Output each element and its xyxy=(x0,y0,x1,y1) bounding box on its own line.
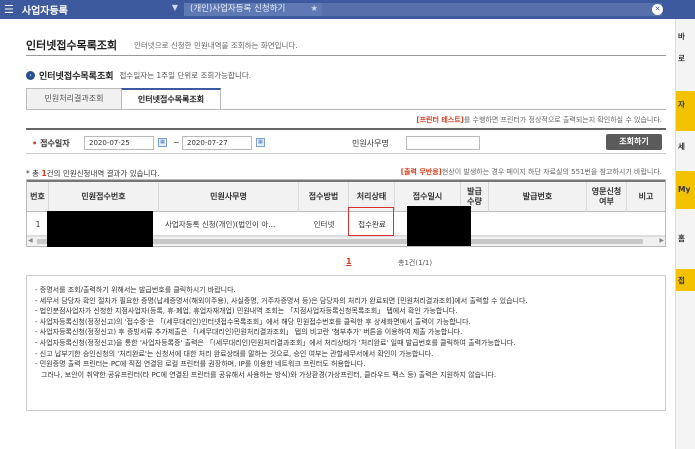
row-office-name: 사업자등록 신청(개인)(법인이 아... xyxy=(165,219,276,229)
title-divider xyxy=(26,55,666,56)
main-menu-button[interactable]: ☰ 사업자등록 ▼ xyxy=(4,2,180,17)
info-line: - 사업자등록신청(정정신고)의 '접수증'은 「(세무대리인)인터넷접수목록조… xyxy=(35,317,471,326)
breadcrumb[interactable]: (개인)사업자등록 신청하기 ★ xyxy=(184,3,322,16)
info-line: - 증명서를 조회/출력하기 위해서는 발급번호를 클릭하시기 바랍니다. xyxy=(35,286,236,294)
top-nav-bar: ☰ 사업자등록 ▼ (개인)사업자등록 신청하기 ★ ✕ xyxy=(0,0,695,19)
redaction-block xyxy=(47,211,153,247)
scroll-left-icon[interactable]: ◀ xyxy=(28,237,33,244)
section-description: 접수일자는 1주일 단위로 조회가능합니다. xyxy=(119,71,252,80)
sidebar-highlight-block xyxy=(676,91,695,131)
menu-label: 사업자등록 xyxy=(21,6,68,17)
printer-test-notice: [프린터 테스트]를 수행하면 프린터가 정상적으로 출력되는지 확인하실 수 … xyxy=(286,115,662,125)
col-method: 접수방법 xyxy=(299,182,349,212)
query-button[interactable]: 조회하기 xyxy=(606,134,662,150)
tab-divider xyxy=(26,109,666,110)
info-line: - 법인분점사업자가 신청한 지점사업자(등록, 휴·폐업, 휴업자재개업) 민… xyxy=(35,307,458,316)
col-no: 번호 xyxy=(27,182,49,212)
col-issue-no: 발급번호 xyxy=(489,182,587,212)
sidebar-item-home[interactable]: 홈 xyxy=(678,233,685,244)
sidebar-item-self[interactable]: 자 xyxy=(678,99,685,110)
sidebar-item-shortcut[interactable]: 바 xyxy=(678,31,685,42)
printer-test-text: 를 수행하면 프린터가 정상적으로 출력되는지 확인하실 수 있습니다. xyxy=(463,116,662,124)
status-highlight-box xyxy=(348,207,394,236)
sidebar-item-connect[interactable]: 접 xyxy=(678,275,685,286)
info-line: 그러나, 보안이 취약한 공유프린터(타 PC에 연결된 프린터를 공유해서 사… xyxy=(41,370,497,379)
search-panel: • 접수일자 2020-07-25 ▦ ~ 2020-07-27 ▦ 민원사무명 … xyxy=(26,128,666,154)
tab-civil-result[interactable]: 민원처리결과조회 xyxy=(26,88,122,110)
sidebar-item-login[interactable]: 로 xyxy=(678,53,685,64)
office-name-input[interactable] xyxy=(406,136,480,150)
col-receipt-no: 민원접수번호 xyxy=(49,182,159,212)
scroll-right-icon[interactable]: ▶ xyxy=(659,237,664,244)
info-line: - 사업자등록신청(정정신고) 후 증빙서류 추가제출은 「(세무대리인)민원처… xyxy=(35,328,463,337)
section-header: › 인터넷접수목록조회 접수일자는 1주일 단위로 조회가능합니다. xyxy=(26,69,251,82)
date-range-separator: ~ xyxy=(173,138,180,147)
row-issue-no[interactable] xyxy=(489,212,587,236)
result-count-line: * 총 1건의 민원신청내역 결과가 있습니다. xyxy=(26,169,160,178)
date-to-input[interactable]: 2020-07-27 xyxy=(182,136,252,150)
sidebar-item-tax[interactable]: 세 xyxy=(678,141,685,152)
redaction-block xyxy=(407,206,471,246)
col-note: 비고 xyxy=(638,192,654,201)
info-line: - 신고 납부기한 승인신청의 '처리완료'는 신청서에 대한 처리 완료상태를… xyxy=(35,349,434,358)
close-icon[interactable]: ✕ xyxy=(652,4,663,15)
row-english xyxy=(587,212,627,236)
right-quick-sidebar: 바 로 자 세 My 홈 접 xyxy=(675,19,695,449)
info-line: - 사업자등록신청(정정신고)을 통한 '사업자등록증' 출력은 「(세무대리인… xyxy=(35,338,516,347)
hamburger-icon: ☰ xyxy=(4,3,14,16)
section-title: 인터넷접수목록조회 xyxy=(39,72,114,82)
print-issue-highlight: [출력 무반응] xyxy=(400,168,442,176)
printer-test-link[interactable]: [프린터 테스트] xyxy=(416,116,463,124)
calendar-icon[interactable]: ▦ xyxy=(158,138,167,147)
row-method: 인터넷 xyxy=(313,219,335,229)
date-label: • 접수일자 xyxy=(32,139,70,148)
breadcrumb-bar xyxy=(322,3,662,16)
date-from-input[interactable]: 2020-07-25 xyxy=(84,136,154,150)
chevron-right-icon: › xyxy=(26,71,35,80)
info-line: - 민원증명 출력 프린터는 PC에 직접 연결된 로컬 프린터를 권장하며, … xyxy=(35,360,366,369)
office-name-label: 민원사무명 xyxy=(352,139,389,148)
col-english: 영문신청 여부 xyxy=(587,182,627,212)
tab-bar: 민원처리결과조회 인터넷접수목록조회 xyxy=(26,88,221,110)
info-notice-box: - 증명서를 조회/출력하기 위해서는 발급번호를 클릭하시기 바랍니다. - … xyxy=(26,275,666,411)
info-line: - 세무서 담당자 확인 절차가 필요한 증명(납세증명서(해외이주용), 사실… xyxy=(35,296,528,305)
calendar-icon[interactable]: ▦ xyxy=(256,138,265,147)
print-issue-notice: [출력 무반응]현상이 발생하는 경우 페이지 하단 자료실의 551번을 참고… xyxy=(400,168,662,176)
page-link-current[interactable]: 1 xyxy=(346,257,352,266)
row-note xyxy=(627,212,665,236)
page-description: 인터넷으로 신청한 민원내역을 조회하는 화면입니다. xyxy=(134,41,298,50)
star-icon[interactable]: ★ xyxy=(310,3,318,16)
tab-internet-receipt-list[interactable]: 인터넷접수목록조회 xyxy=(121,88,221,110)
row-no: 1 xyxy=(35,219,41,229)
sidebar-item-my[interactable]: My xyxy=(678,185,690,194)
total-count: 총1건(1/1) xyxy=(398,259,433,267)
breadcrumb-label: (개인)사업자등록 신청하기 xyxy=(190,4,286,14)
col-office-name: 민원사무명 xyxy=(159,182,299,212)
table-header: 번호 민원접수번호 민원사무명 접수방법 처리상태 접수일시 발급 수량 발급번… xyxy=(27,180,665,212)
page-title: 인터넷접수목록조회 xyxy=(26,39,118,52)
chevron-down-icon: ▼ xyxy=(171,3,178,12)
